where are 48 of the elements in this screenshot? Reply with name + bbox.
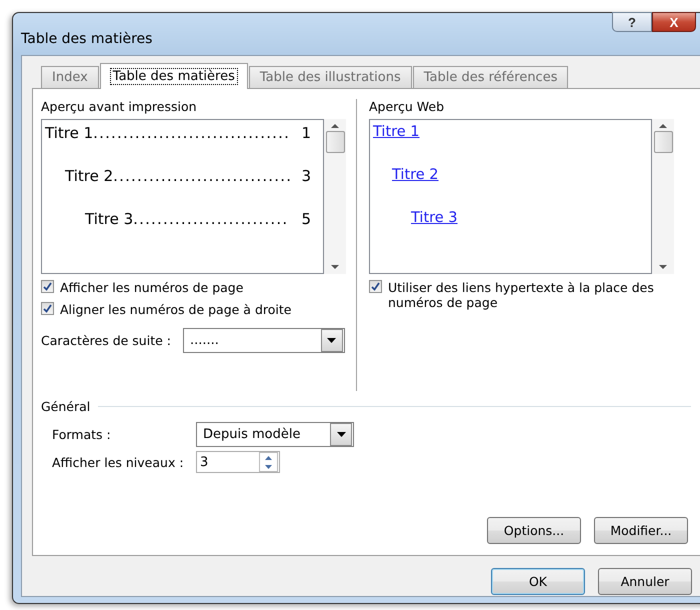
field-label: Formats : (52, 427, 112, 442)
dropdown-arrow-icon (336, 432, 346, 437)
checkbox[interactable] (369, 280, 382, 293)
checkbox-label: Aligner les numéros de page à droite (60, 302, 292, 317)
spin-up-icon[interactable] (265, 456, 272, 460)
dialog-button[interactable]: OK (491, 568, 585, 595)
scroll-thumb[interactable] (326, 130, 344, 152)
close-button[interactable]: X (652, 12, 696, 32)
scroll-up-arrow-icon[interactable] (331, 123, 339, 128)
dialog-button[interactable]: Annuler (598, 568, 692, 595)
scroll-thumb[interactable] (654, 130, 672, 152)
leader-dots: .......................... (133, 210, 288, 228)
toc-entry-title: Titre 3 (85, 210, 134, 228)
leader-dots: ................................. (93, 124, 290, 142)
scroll-down-arrow-icon[interactable] (659, 265, 667, 270)
page-number: 3 (300, 167, 311, 185)
panel-button[interactable]: Modifier... (594, 517, 688, 544)
tab[interactable]: Table des illustrations (248, 66, 412, 88)
hyperlink[interactable]: Titre 2 (392, 167, 439, 210)
page-number: 5 (300, 210, 311, 228)
section-label: Aperçu avant impression (41, 99, 198, 114)
levels-spinbox[interactable]: 3 (196, 451, 280, 473)
group-label: Général (41, 399, 90, 414)
panel-button[interactable]: Options... (487, 517, 581, 544)
scroll-down-arrow-icon[interactable] (331, 265, 339, 270)
field-label: Caractères de suite : (41, 333, 171, 348)
hyperlink[interactable]: Titre 3 (411, 210, 458, 253)
checkbox-label: Afficher les numéros de page (60, 280, 244, 295)
spin-down-icon[interactable] (265, 464, 272, 468)
tab[interactable]: Table des matières (100, 63, 248, 89)
toc-entry-title: Titre 2 (65, 167, 114, 185)
leader-dots: .............................. (113, 167, 292, 185)
window-title: Table des matières (21, 30, 152, 47)
tab[interactable]: Index (41, 66, 99, 88)
scroll-up-arrow-icon[interactable] (659, 123, 667, 128)
page-number: 1 (300, 124, 311, 142)
tab[interactable]: Table des références (412, 66, 568, 88)
hyperlink[interactable]: Titre 1 (373, 124, 420, 167)
formats-dropdown[interactable]: Depuis modèle (196, 422, 354, 447)
checkbox[interactable] (41, 302, 54, 315)
leader-dropdown[interactable]: ....... (182, 328, 345, 353)
checkbox[interactable] (41, 280, 54, 293)
checkbox-label: Utiliser des liens hypertexte à la place des numéros de page (388, 280, 655, 310)
toc-entry-title: Titre 1 (45, 124, 94, 142)
dropdown-arrow-icon (327, 338, 336, 343)
field-label: Afficher les niveaux : (52, 454, 185, 470)
help-button[interactable]: ? (612, 12, 652, 32)
section-label: Aperçu Web (369, 99, 446, 114)
